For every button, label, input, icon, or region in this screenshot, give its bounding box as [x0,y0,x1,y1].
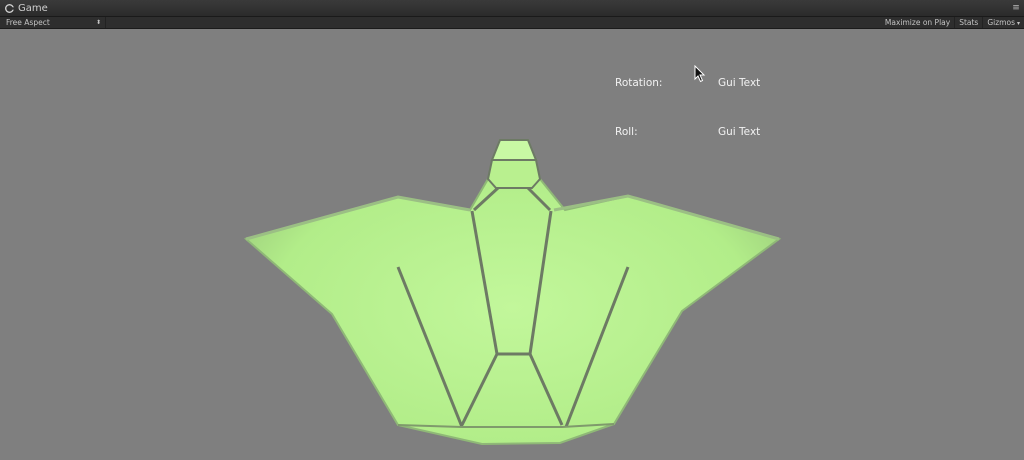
ship-nose [490,139,538,161]
rotation-label: Rotation: [615,77,663,89]
title-bar: Game ≡ [0,0,1024,17]
gizmos-dropdown[interactable]: Gizmos ▾ [982,17,1024,28]
dropdown-arrows-icon: ⬍ [95,19,101,26]
game-window: Game ≡ Free Aspect ⬍ Maximize on Play St… [0,0,1024,460]
game-view-icon [4,4,14,14]
aspect-dropdown[interactable]: Free Aspect ⬍ [0,17,106,28]
game-viewport[interactable]: Rotation: Gui Text Roll: Gui Text [0,29,1024,460]
ship-nose-lower [486,159,542,189]
game-toolbar: Free Aspect ⬍ Maximize on Play Stats Giz… [0,17,1024,29]
tab-game[interactable]: Game [0,0,56,17]
ship-model [243,139,782,446]
tab-label: Game [18,3,48,14]
roll-label: Roll: [615,126,638,138]
window-menu-icon[interactable]: ≡ [1011,3,1021,13]
mouse-pointer-icon [694,65,706,83]
chevron-down-icon: ▾ [1016,20,1020,27]
toolbar-right-group: Maximize on Play Stats Gizmos ▾ [881,17,1024,28]
stats-toggle[interactable]: Stats [954,17,982,28]
rotation-value: Gui Text [718,77,761,89]
gizmos-label: Gizmos [987,18,1015,27]
aspect-label: Free Aspect [6,18,50,27]
roll-value: Gui Text [718,126,761,138]
maximize-on-play-toggle[interactable]: Maximize on Play [881,17,954,28]
